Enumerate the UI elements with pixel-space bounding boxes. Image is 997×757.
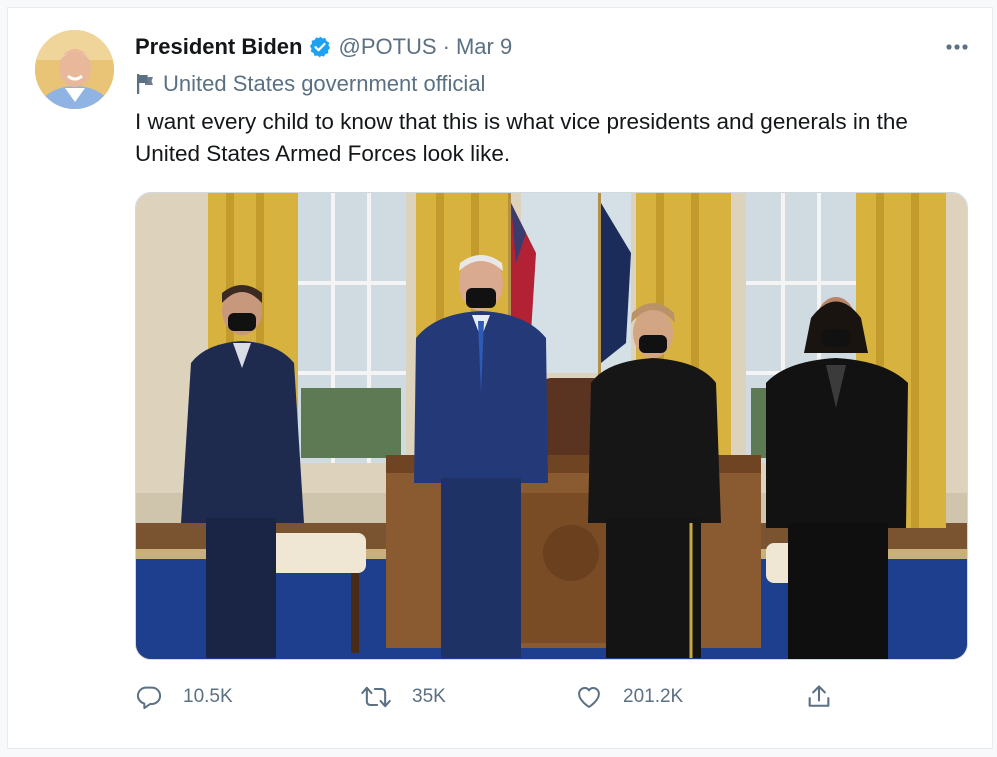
separator-dot: · [442, 34, 450, 59]
share-icon[interactable] [805, 683, 833, 711]
reply-count: 10.5K [183, 686, 233, 707]
government-label[interactable]: United States government official [135, 68, 485, 100]
tweet-photo[interactable] [135, 192, 968, 660]
tweet-card[interactable]: President Biden @POTUS · Mar 9 United St… [7, 7, 993, 749]
tweet-date[interactable]: Mar 9 [456, 34, 512, 60]
reply-action[interactable]: 10.5K [135, 680, 233, 714]
label-text: United States government official [163, 71, 486, 96]
heart-icon[interactable] [575, 683, 603, 711]
flag-icon [135, 73, 155, 95]
retweet-icon[interactable] [360, 683, 392, 711]
share-action[interactable] [805, 680, 833, 714]
author-handle[interactable]: @POTUS [338, 34, 436, 60]
retweet-count: 35K [412, 686, 446, 707]
reply-icon[interactable] [135, 683, 163, 711]
like-action[interactable]: 201.2K [575, 680, 683, 714]
more-options-icon[interactable] [942, 34, 972, 60]
author-name[interactable]: President Biden [135, 34, 302, 60]
tweet-actions: 10.5K 35K 201.2K [135, 680, 855, 714]
like-count: 201.2K [623, 686, 684, 707]
tweet-text: I want every child to know that this is … [135, 109, 908, 166]
verified-badge-icon [308, 35, 332, 59]
tweet-header: President Biden @POTUS · Mar 9 [135, 30, 972, 64]
retweet-action[interactable]: 35K [360, 680, 446, 714]
avatar[interactable] [35, 30, 114, 109]
avatar-image [35, 30, 114, 109]
oval-office-photo [136, 193, 967, 659]
